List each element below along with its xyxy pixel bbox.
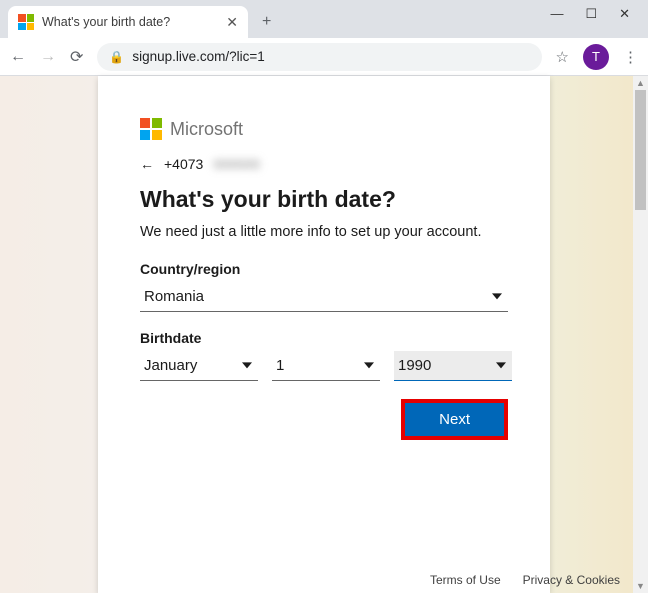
menu-icon[interactable]: ⋮ <box>623 48 638 66</box>
birthdate-label: Birthdate <box>140 330 508 346</box>
terms-link[interactable]: Terms of Use <box>430 573 501 587</box>
close-icon[interactable]: ✕ <box>619 6 630 22</box>
address-bar[interactable]: 🔒 signup.live.com/?lic=1 <box>97 43 541 71</box>
scrollbar[interactable]: ▲ ▼ <box>633 76 648 593</box>
scrollbar-thumb[interactable] <box>635 90 646 210</box>
browser-tab[interactable]: What's your birth date? ✕ <box>8 6 248 38</box>
identity-row[interactable]: ← +4073 000000 <box>140 156 508 172</box>
month-select[interactable]: January <box>140 351 258 381</box>
signup-card: Microsoft ← +4073 000000 What's your birt… <box>98 76 550 593</box>
page-heading: What's your birth date? <box>140 186 508 213</box>
lock-icon: 🔒 <box>109 50 124 64</box>
bookmark-icon[interactable]: ☆ <box>556 48 569 66</box>
profile-avatar[interactable]: T <box>583 44 609 70</box>
back-button[interactable]: ← <box>10 48 26 66</box>
new-tab-button[interactable]: + <box>262 13 271 31</box>
phone-prefix: +4073 <box>164 156 203 172</box>
next-button[interactable]: Next <box>401 399 508 440</box>
country-label: Country/region <box>140 261 508 277</box>
browser-toolbar: ← → ⟳ 🔒 signup.live.com/?lic=1 ☆ T ⋮ <box>0 38 648 76</box>
country-select[interactable]: Romania <box>140 282 508 312</box>
scroll-down-icon[interactable]: ▼ <box>636 581 645 591</box>
maximize-icon[interactable]: ☐ <box>585 6 597 22</box>
identity-back-icon[interactable]: ← <box>140 156 154 172</box>
tab-title: What's your birth date? <box>42 15 218 29</box>
brand-header: Microsoft <box>140 118 508 140</box>
microsoft-logo-icon <box>140 118 162 140</box>
phone-hidden: 000000 <box>213 156 260 172</box>
tab-close-icon[interactable]: ✕ <box>226 14 238 31</box>
window-controls: — ☐ ✕ <box>532 0 648 28</box>
url-text: signup.live.com/?lic=1 <box>132 49 264 64</box>
page-subtext: We need just a little more info to set u… <box>140 223 508 243</box>
privacy-link[interactable]: Privacy & Cookies <box>523 573 620 587</box>
forward-button[interactable]: → <box>40 48 56 66</box>
year-select[interactable]: 1990 <box>394 351 512 381</box>
page-content: Microsoft ← +4073 000000 What's your birt… <box>0 76 648 593</box>
minimize-icon[interactable]: — <box>550 6 563 22</box>
microsoft-favicon <box>18 14 34 30</box>
brand-name: Microsoft <box>170 119 243 140</box>
day-select[interactable]: 1 <box>272 351 380 381</box>
scroll-up-icon[interactable]: ▲ <box>636 78 645 88</box>
reload-button[interactable]: ⟳ <box>70 47 83 67</box>
footer-links: Terms of Use Privacy & Cookies <box>430 573 620 587</box>
